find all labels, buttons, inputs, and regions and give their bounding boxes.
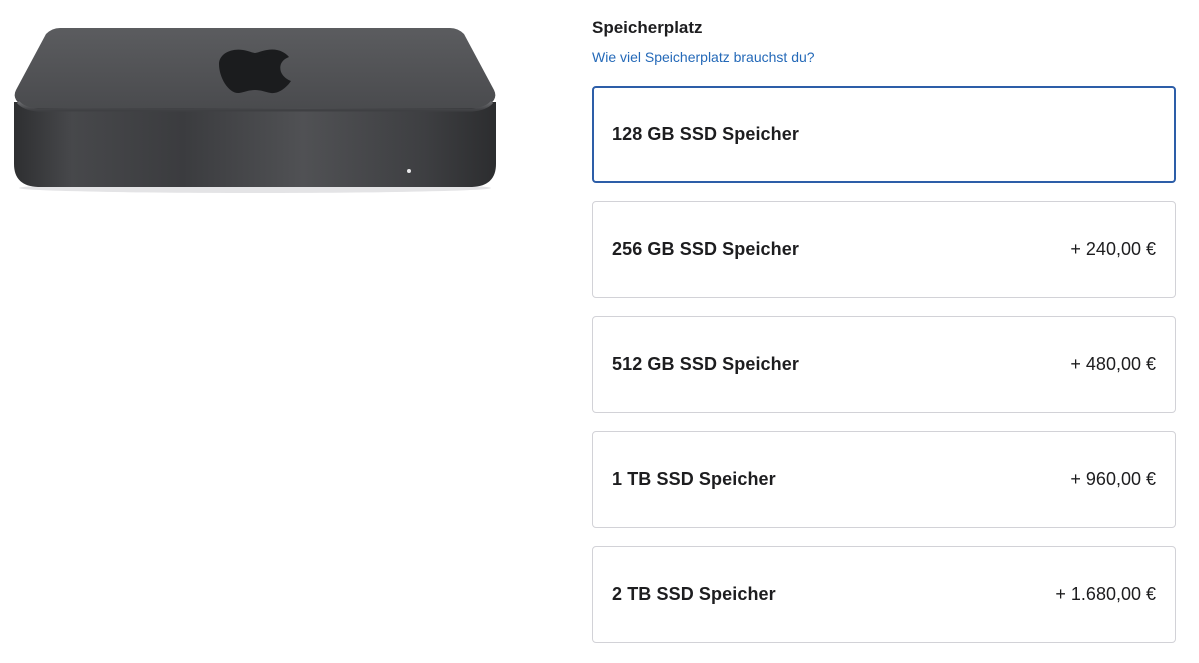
storage-option-2tb[interactable]: 2 TB SSD Speicher + 1.680,00 € (592, 546, 1176, 643)
page: Speicherplatz Wie viel Speicherplatz bra… (0, 0, 1199, 663)
storage-title: Speicherplatz (592, 18, 703, 37)
option-label: 2 TB SSD Speicher (612, 584, 776, 604)
option-label: 256 GB SSD Speicher (612, 239, 799, 259)
storage-option-1tb[interactable]: 1 TB SSD Speicher + 960,00 € (592, 431, 1176, 528)
storage-option-256gb[interactable]: 256 GB SSD Speicher + 240,00 € (592, 201, 1176, 298)
storage-config: Speicherplatz Wie viel Speicherplatz bra… (592, 18, 1176, 643)
option-price: + 480,00 € (1070, 354, 1156, 374)
storage-options: 128 GB SSD Speicher 256 GB SSD Speicher … (592, 86, 1176, 643)
option-price: + 1.680,00 € (1055, 584, 1156, 604)
product-image (12, 24, 498, 194)
option-label: 512 GB SSD Speicher (612, 354, 799, 374)
option-label: 1 TB SSD Speicher (612, 469, 776, 489)
storage-option-512gb[interactable]: 512 GB SSD Speicher + 480,00 € (592, 316, 1176, 413)
option-price: + 240,00 € (1070, 239, 1156, 259)
storage-option-128gb[interactable]: 128 GB SSD Speicher (592, 86, 1176, 183)
option-price: + 960,00 € (1070, 469, 1156, 489)
mac-mini-image (14, 28, 496, 193)
option-label: 128 GB SSD Speicher (612, 124, 799, 144)
storage-help-link[interactable]: Wie viel Speicherplatz brauchst du? (592, 48, 815, 66)
